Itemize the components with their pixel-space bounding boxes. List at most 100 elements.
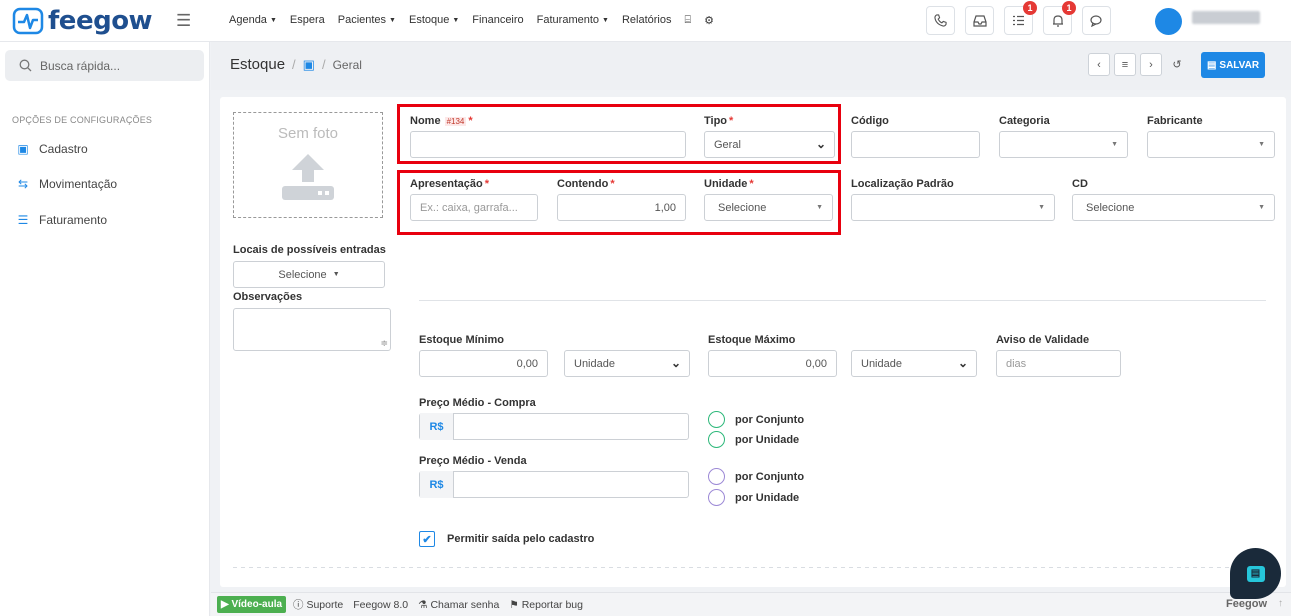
section-divider (419, 300, 1266, 301)
tasks-badge: 1 (1023, 1, 1037, 15)
feegow-logo[interactable]: feegow (12, 6, 153, 36)
caret-down-icon: ▼ (602, 17, 609, 24)
aviso-placeholder: dias (1006, 357, 1027, 370)
radio-circle (708, 431, 725, 448)
video-aula-button[interactable]: ▶ Vídeo-aula (217, 596, 287, 613)
preco-compra-label: Preço Médio - Compra (419, 397, 536, 409)
venda-por-conjunto-radio[interactable]: por Conjunto (708, 468, 804, 485)
estoque-max-unit: Unidade (861, 357, 902, 370)
user-name[interactable] (1192, 11, 1260, 24)
logo-icon (12, 7, 44, 35)
caret-down-icon: ▼ (452, 17, 460, 24)
caret-down-icon: ▼ (1258, 141, 1265, 148)
estoque-max-input[interactable]: 0,00 (708, 350, 837, 377)
checkbox-label: Permitir saída pelo cadastro (447, 533, 595, 545)
compra-por-conjunto-radio[interactable]: por Conjunto (708, 411, 804, 428)
sidebar-item-label: Movimentação (39, 177, 118, 191)
nav-item-agenda[interactable]: Agenda ▼ (229, 14, 277, 27)
cd-value: Selecione (1086, 201, 1135, 214)
localizacao-select[interactable]: ▼ (851, 194, 1055, 221)
quick-search-input[interactable]: Busca rápida... (5, 50, 204, 81)
logo-text: feegow (48, 6, 153, 36)
radio-circle (708, 411, 725, 428)
save-button[interactable]: ▤ SALVAR (1201, 52, 1265, 78)
list-view-button[interactable]: ≡ (1114, 53, 1136, 76)
caret-down-icon: ▼ (332, 271, 340, 278)
next-button[interactable]: › (1140, 53, 1162, 76)
nav-item-espera[interactable]: Espera (290, 14, 325, 27)
previous-button[interactable]: ‹ (1088, 53, 1110, 76)
highlight-box-row1 (397, 104, 841, 164)
observacoes-textarea[interactable]: ≑ (233, 308, 391, 351)
scroll-top-icon[interactable]: ↑ (1278, 598, 1283, 609)
chamar-senha-link[interactable]: ⚗ Chamar senha (415, 599, 502, 611)
save-icon: ▤ (1206, 59, 1217, 71)
nav-label: Estoque (408, 14, 450, 26)
locais-select[interactable]: Selecione ▼ (233, 261, 385, 288)
venda-por-unidade-radio[interactable]: por Unidade (708, 489, 799, 506)
sidebar-section-title: OPÇÕES DE CONFIGURAÇÕES (12, 115, 153, 125)
radio-label: por Unidade (735, 491, 800, 504)
user-avatar[interactable] (1155, 8, 1182, 35)
inbox-icon[interactable] (965, 6, 994, 35)
cd-select[interactable]: Selecione ▼ (1072, 194, 1275, 221)
aviso-label: Aviso de Validade (996, 334, 1090, 346)
chat-icon[interactable] (1082, 6, 1111, 35)
bell-badge: 1 (1062, 1, 1076, 15)
nav-item-estoque[interactable]: Estoque ▼ (409, 14, 459, 27)
estoque-min-unit-select[interactable]: Unidade ⌄ (564, 350, 690, 377)
nav-item-relat-rios[interactable]: Relatórios (622, 14, 672, 27)
reportar-bug-link[interactable]: ⚑ Reportar bug (506, 599, 586, 611)
version-label: Feegow 8.0 (353, 598, 409, 611)
database-icon[interactable]: ⌸ (685, 14, 692, 27)
phone-icon[interactable] (926, 6, 955, 35)
radio-label: por Conjunto (735, 413, 805, 426)
preco-compra-input[interactable]: R$ (419, 413, 689, 440)
photo-upload[interactable]: Sem foto (233, 112, 383, 218)
estoque-max-unit-select[interactable]: Unidade ⌄ (851, 350, 977, 377)
fabricante-select[interactable]: ▼ (1147, 131, 1275, 158)
upload-icon (282, 154, 334, 200)
tasks-icon[interactable]: 1 (1004, 1, 1037, 35)
settings-icon[interactable]: ⚙ (704, 14, 714, 27)
localizacao-label: Localização Padrão (851, 178, 954, 190)
sidebar: Busca rápida... OPÇÕES DE CONFIGURAÇÕES … (0, 42, 210, 616)
breadcrumb: Estoque / ▣ / Geral (230, 56, 362, 73)
estoque-min-input[interactable]: 0,00 (419, 350, 548, 377)
nav-label: Agenda (229, 14, 267, 26)
bell-icon[interactable]: 1 (1043, 1, 1076, 35)
estoque-max-value: 0,00 (805, 357, 827, 370)
menu-toggle-icon[interactable]: ☰ (176, 11, 191, 31)
currency-addon: R$ (420, 471, 454, 498)
categoria-select[interactable]: ▼ (999, 131, 1128, 158)
radio-circle (708, 468, 725, 485)
sidebar-item-label: Faturamento (39, 213, 108, 227)
preco-venda-input[interactable]: R$ (419, 471, 689, 498)
sidebar-item-movimentacao[interactable]: ⇆ Movimentação (16, 177, 117, 191)
compra-por-unidade-radio[interactable]: por Unidade (708, 431, 799, 448)
breadcrumb-separator: / (292, 57, 296, 72)
caret-down-icon: ▼ (389, 17, 396, 24)
history-icon[interactable]: ↺ (1166, 53, 1188, 76)
currency-addon: R$ (420, 413, 454, 440)
nav-item-faturamento[interactable]: Faturamento ▼ (537, 14, 609, 27)
nav-item-financeiro[interactable]: Financeiro (472, 14, 523, 27)
sidebar-item-cadastro[interactable]: ▣ Cadastro (16, 142, 87, 156)
nav-label: Relatórios (621, 14, 672, 26)
nav-item-pacientes[interactable]: Pacientes ▼ (338, 14, 396, 27)
chat-widget-button[interactable]: ▤ (1230, 548, 1281, 599)
estoque-min-unit: Unidade (574, 357, 615, 370)
codigo-label: Código (851, 115, 889, 127)
suporte-link[interactable]: ⓘ Suporte (290, 597, 346, 612)
form-card: Sem foto Nome #134 * Tipo * Geral ⌄ Código C… (220, 97, 1286, 587)
chevron-down-icon: ⌄ (957, 356, 968, 370)
header-nav-buttons: ‹ ≡ › ↺ (1088, 53, 1188, 76)
resize-handle-icon[interactable]: ≑ (380, 338, 388, 349)
permitir-saida-checkbox[interactable]: ✔ Permitir saída pelo cadastro (419, 531, 594, 547)
breadcrumb-root[interactable]: Estoque (230, 56, 285, 73)
sidebar-item-faturamento[interactable]: ☰ Faturamento (16, 213, 107, 227)
aviso-input[interactable]: dias (996, 350, 1121, 377)
locais-value: Selecione (278, 268, 327, 281)
top-bar: feegow ☰ Agenda ▼ Espera Pacientes ▼ Estoque ▼… (0, 0, 1291, 42)
codigo-input[interactable] (851, 131, 980, 158)
